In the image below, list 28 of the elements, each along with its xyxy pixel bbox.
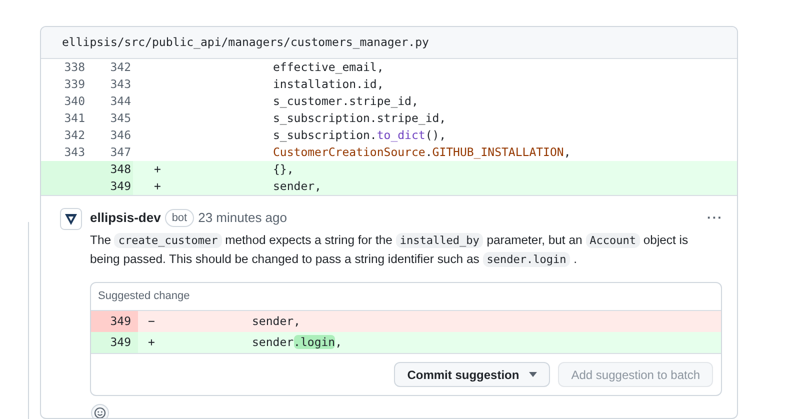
bot-label: bot: [164, 209, 194, 227]
code-line: sender.login,: [252, 334, 342, 349]
code-line: s_subscription.to_dict(),: [273, 128, 446, 142]
code-line: s_customer.stripe_id,: [273, 94, 418, 108]
author-name[interactable]: ellipsis-dev: [90, 208, 161, 228]
line-number: 349: [91, 332, 138, 353]
line-number: 349: [91, 311, 138, 332]
line-number: 349: [87, 178, 133, 195]
code-line: installation.id,: [273, 76, 384, 91]
code-line: CustomerCreationSource.GITHUB_INSTALLATION,: [273, 144, 571, 159]
caret-icon[interactable]: [529, 372, 538, 377]
line-number: 348: [87, 161, 133, 178]
code-line: s_subscription.stripe_id,: [273, 110, 446, 125]
code-line: sender,: [252, 314, 300, 328]
code-line: sender,: [273, 178, 322, 193]
code-line: {},: [273, 162, 294, 176]
removed-marker: −: [148, 314, 155, 328]
file-path: ellipsis/src/public_api/managers/customers_manager.py: [62, 34, 429, 51]
code-line: effective_email,: [273, 60, 384, 74]
comment-time[interactable]: 23 minutes ago: [198, 208, 288, 228]
added-marker: +: [148, 334, 155, 349]
commit-suggestion-button[interactable]: Commit suggestion: [394, 362, 550, 387]
added-marker: +: [154, 162, 161, 176]
more-options-button[interactable]: ···: [707, 208, 723, 228]
avatar-icon[interactable]: [60, 208, 82, 230]
added-marker: +: [154, 178, 161, 193]
comment-text: The create_customer method expects a string for the installed_by parameter, but an Account object is being passed. This should be changed to pass a string identifier such as sender.login .: [90, 232, 690, 269]
emoji-icon[interactable]: [91, 404, 109, 418]
